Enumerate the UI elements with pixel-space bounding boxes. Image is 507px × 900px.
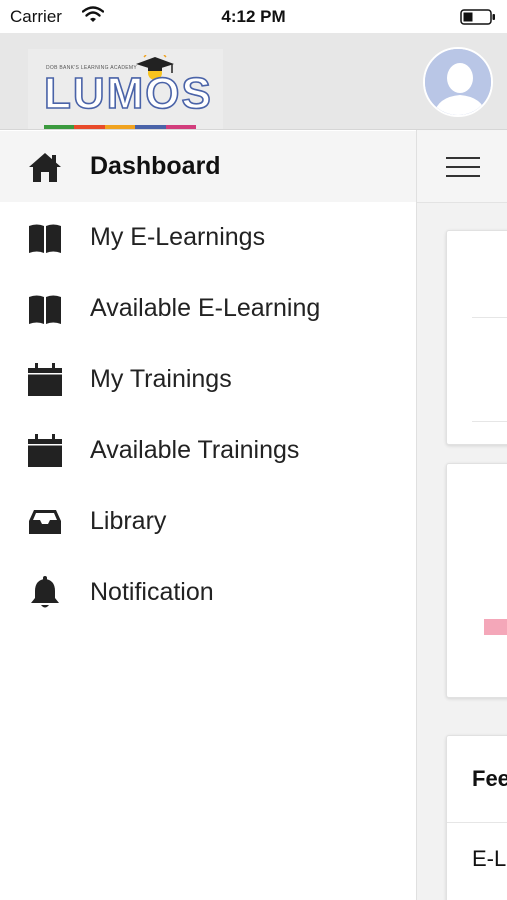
menu-item-notification[interactable]: Notification: [0, 557, 416, 628]
avatar[interactable]: [423, 47, 493, 117]
app-header: DOB BANK'S LEARNING ACADEMY LUMOS: [0, 33, 507, 130]
user-silhouette-icon: [425, 49, 491, 115]
menu-label-my-e-learnings: My E-Learnings: [90, 223, 266, 251]
book-icon: [27, 291, 63, 327]
menu-item-dashboard[interactable]: Dashboard: [0, 131, 416, 202]
battery-icon: [460, 9, 495, 25]
home-icon: [27, 149, 63, 185]
menu-label-available-e-learning: Available E-Learning: [90, 294, 321, 322]
menu-item-my-e-learnings[interactable]: My E-Learnings: [0, 202, 416, 273]
logo-color-bar: [44, 125, 197, 129]
chart-card: [446, 463, 507, 698]
calendar-icon: [27, 362, 63, 398]
book-icon: [27, 220, 63, 256]
feed-card-title: Fee: [472, 766, 507, 791]
lumos-logo[interactable]: DOB BANK'S LEARNING ACADEMY LUMOS: [28, 49, 223, 129]
hamburger-menu-icon[interactable]: [446, 157, 480, 177]
navigation-drawer: Dashboard My E-Learnings Available E-Lea…: [0, 131, 416, 900]
feed-item[interactable]: E-L: [472, 846, 506, 872]
menu-label-notification: Notification: [90, 578, 214, 606]
logo-brand-text: LUMOS: [43, 68, 213, 119]
menu-item-available-trainings[interactable]: Available Trainings: [0, 415, 416, 486]
dashboard-card: [446, 230, 507, 445]
inbox-icon: [27, 504, 63, 540]
menu-label-library: Library: [90, 507, 167, 535]
menu-item-available-e-learning[interactable]: Available E-Learning: [0, 273, 416, 344]
status-bar: Carrier 4:12 PM: [0, 0, 507, 33]
feed-card: Fee E-L: [446, 735, 507, 900]
content-topbar: [417, 130, 507, 203]
chart-bar: [484, 619, 507, 635]
menu-label-dashboard: Dashboard: [90, 152, 221, 180]
bell-icon: [27, 575, 63, 611]
calendar-icon: [27, 433, 63, 469]
menu-item-library[interactable]: Library: [0, 486, 416, 557]
clock: 4:12 PM: [221, 7, 286, 26]
dashboard-content: Fee E-L: [416, 130, 507, 900]
menu-label-available-trainings: Available Trainings: [90, 436, 300, 464]
menu-label-my-trainings: My Trainings: [90, 365, 232, 393]
menu-item-my-trainings[interactable]: My Trainings: [0, 344, 416, 415]
